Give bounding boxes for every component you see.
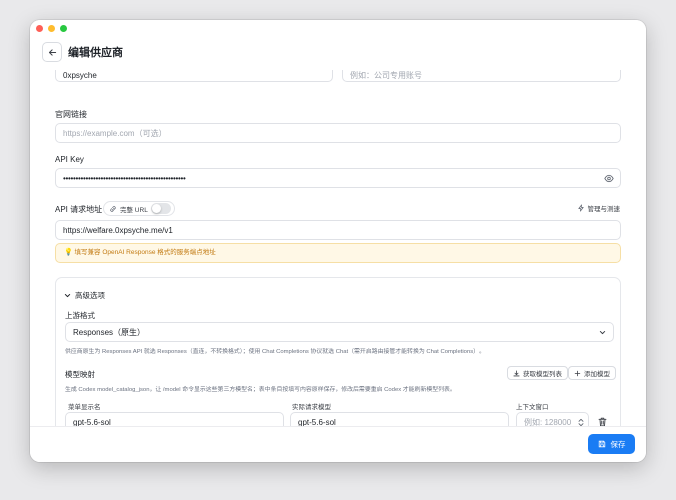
- model-mapping-title: 模型映射: [65, 370, 95, 379]
- maximize-window-button[interactable]: [60, 25, 67, 32]
- stepper-icon[interactable]: [578, 418, 584, 426]
- column-header-actual-model: 实际请求模型: [292, 404, 331, 411]
- column-header-context-window: 上下文窗口: [516, 404, 549, 411]
- api-key-input[interactable]: ••••••••••••••••••••••••••••••••••••••••…: [55, 168, 621, 188]
- advanced-options-toggle[interactable]: 高级选项: [64, 290, 105, 301]
- context-window-input[interactable]: 例如: 128000: [516, 412, 589, 426]
- remark-input[interactable]: 例如：公司专用账号: [342, 70, 621, 82]
- model-mapping-help: 生成 Codex model_catalog_json，让 /model 命令显…: [65, 387, 456, 393]
- endpoint-hint-text: 填写兼容 OpenAI Response 格式的服务端点地址: [74, 249, 216, 256]
- endpoint-hint-banner: 💡 填写兼容 OpenAI Response 格式的服务端点地址: [55, 243, 621, 263]
- lightning-icon: [577, 204, 584, 212]
- advanced-options-panel: 高级选项 上游格式 Responses（原生） 供应商原生为 Responses…: [55, 277, 621, 426]
- save-label: 保存: [610, 439, 626, 449]
- chevron-down-icon: [64, 293, 71, 298]
- eye-icon[interactable]: [604, 174, 614, 183]
- add-model-button[interactable]: 添加模型: [568, 366, 616, 380]
- save-icon: [598, 440, 605, 448]
- model-display-name-input[interactable]: gpt-5.6-sol: [65, 412, 284, 426]
- column-header-display-name: 菜单显示名: [68, 404, 101, 411]
- advanced-options-title: 高级选项: [75, 291, 105, 300]
- arrow-left-icon: [48, 48, 56, 56]
- plus-icon: [574, 370, 581, 376]
- minimize-window-button[interactable]: [48, 25, 55, 32]
- full-url-toggle[interactable]: 完整 URL: [103, 201, 175, 216]
- fetch-models-button[interactable]: 获取模型列表: [507, 366, 568, 380]
- website-input[interactable]: https://example.com（可选）: [55, 123, 621, 143]
- model-actual-value: gpt-5.6-sol: [298, 418, 336, 426]
- manage-speed-test-label: 管理与测速: [587, 206, 621, 213]
- upstream-format-label: 上游格式: [65, 311, 95, 320]
- lightbulb-icon: 💡: [64, 249, 73, 256]
- form-content: 0xpsyche 例如：公司专用账号 官网链接 https://example.…: [30, 70, 646, 426]
- window-controls: [36, 25, 67, 32]
- page-title: 编辑供应商: [68, 47, 123, 59]
- full-url-switch[interactable]: [150, 203, 171, 214]
- header-bar: 编辑供应商: [30, 20, 646, 70]
- provider-name-value: 0xpsyche: [63, 71, 97, 80]
- upstream-format-value: Responses（原生）: [73, 328, 146, 337]
- app-window: 编辑供应商 0xpsyche 例如：公司专用账号 官网链接 https://ex…: [30, 20, 646, 462]
- website-placeholder: https://example.com（可选）: [63, 129, 167, 138]
- download-icon: [513, 369, 520, 376]
- trash-icon[interactable]: [598, 417, 607, 426]
- link-icon: [110, 205, 116, 212]
- api-key-label: API Key: [55, 155, 84, 164]
- model-actual-input[interactable]: gpt-5.6-sol: [290, 412, 509, 426]
- add-model-label: 添加模型: [584, 371, 610, 378]
- website-label: 官网链接: [55, 110, 87, 119]
- api-key-value: ••••••••••••••••••••••••••••••••••••••••…: [63, 174, 186, 183]
- endpoint-input[interactable]: https://welfare.0xpsyche.me/v1: [55, 220, 621, 240]
- save-button[interactable]: 保存: [588, 434, 635, 454]
- close-window-button[interactable]: [36, 25, 43, 32]
- context-window-placeholder: 例如: 128000: [524, 418, 572, 426]
- footer-bar: [30, 426, 646, 462]
- chevron-down-icon: [599, 330, 606, 335]
- endpoint-label: API 请求地址: [55, 205, 103, 214]
- upstream-format-select[interactable]: Responses（原生）: [65, 322, 614, 342]
- fetch-models-label: 获取模型列表: [523, 371, 562, 378]
- provider-name-input[interactable]: 0xpsyche: [55, 70, 333, 82]
- model-display-name-value: gpt-5.6-sol: [73, 418, 111, 426]
- full-url-label: 完整 URL: [120, 206, 148, 214]
- upstream-format-help: 供应商原生为 Responses API 就选 Responses（直连，不转换…: [65, 349, 485, 355]
- back-button[interactable]: [42, 42, 62, 62]
- manage-speed-test-button[interactable]: 管理与测速: [577, 203, 621, 213]
- remark-placeholder: 例如：公司专用账号: [350, 71, 422, 80]
- endpoint-value: https://welfare.0xpsyche.me/v1: [63, 226, 173, 235]
